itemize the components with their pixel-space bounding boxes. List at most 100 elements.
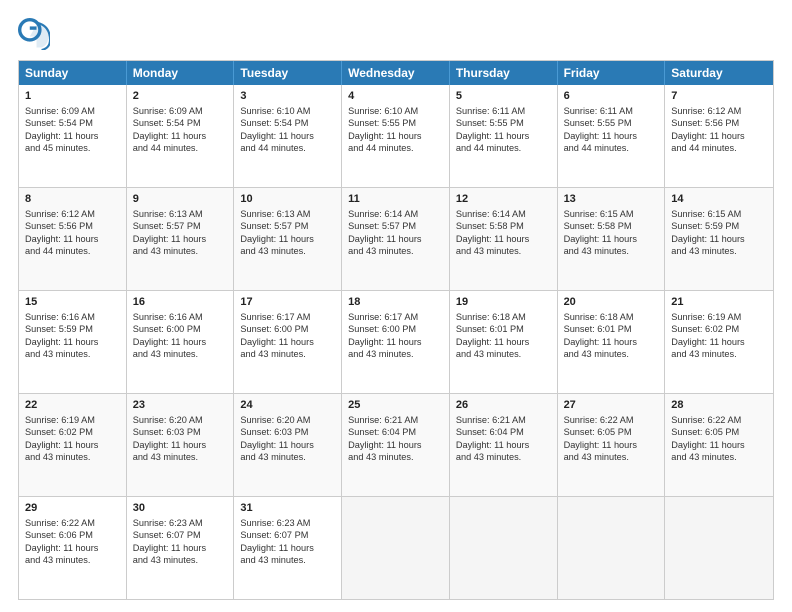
- calendar-row-4: 29 Sunrise: 6:22 AM Sunset: 6:06 PM Dayli…: [19, 497, 773, 599]
- day-cell-15: 15 Sunrise: 6:16 AM Sunset: 5:59 PM Dayli…: [19, 291, 127, 393]
- day-number: 24: [240, 398, 335, 413]
- day-number: 17: [240, 295, 335, 310]
- empty-cell: [342, 497, 450, 599]
- day-number: 19: [456, 295, 551, 310]
- day-cell-3: 3 Sunrise: 6:10 AM Sunset: 5:54 PM Daylig…: [234, 85, 342, 187]
- day-number: 20: [564, 295, 659, 310]
- day-number: 10: [240, 192, 335, 207]
- logo: [18, 18, 56, 50]
- day-number: 14: [671, 192, 767, 207]
- day-cell-25: 25 Sunrise: 6:21 AM Sunset: 6:04 PM Dayli…: [342, 394, 450, 496]
- day-number: 15: [25, 295, 120, 310]
- day-cell-14: 14 Sunrise: 6:15 AM Sunset: 5:59 PM Dayli…: [665, 188, 773, 290]
- day-info: Sunrise: 6:17 AM Sunset: 6:00 PM Dayligh…: [240, 312, 313, 359]
- day-info: Sunrise: 6:13 AM Sunset: 5:57 PM Dayligh…: [240, 209, 313, 256]
- day-info: Sunrise: 6:14 AM Sunset: 5:57 PM Dayligh…: [348, 209, 421, 256]
- day-number: 29: [25, 501, 120, 516]
- day-info: Sunrise: 6:09 AM Sunset: 5:54 PM Dayligh…: [25, 106, 98, 153]
- day-cell-28: 28Sunrise: 6:22 AM Sunset: 6:05 PM Dayli…: [665, 394, 773, 496]
- day-number: 30: [133, 501, 228, 516]
- day-cell-22: 22 Sunrise: 6:19 AM Sunset: 6:02 PM Dayli…: [19, 394, 127, 496]
- day-number: 1: [25, 89, 120, 104]
- day-cell-5: 5 Sunrise: 6:11 AM Sunset: 5:55 PM Daylig…: [450, 85, 558, 187]
- calendar-row-3: 22 Sunrise: 6:19 AM Sunset: 6:02 PM Dayli…: [19, 394, 773, 497]
- day-cell-17: 17 Sunrise: 6:17 AM Sunset: 6:00 PM Dayli…: [234, 291, 342, 393]
- day-number: 7: [671, 89, 767, 104]
- logo-icon: [18, 18, 50, 50]
- day-info: Sunrise: 6:16 AM Sunset: 5:59 PM Dayligh…: [25, 312, 98, 359]
- day-cell-30: 30 Sunrise: 6:23 AM Sunset: 6:07 PM Dayli…: [127, 497, 235, 599]
- header-day-monday: Monday: [127, 61, 235, 85]
- day-cell-4: 4 Sunrise: 6:10 AM Sunset: 5:55 PM Daylig…: [342, 85, 450, 187]
- day-info: Sunrise: 6:21 AM Sunset: 6:04 PM Dayligh…: [348, 415, 421, 462]
- day-info: Sunrise: 6:20 AM Sunset: 6:03 PM Dayligh…: [240, 415, 313, 462]
- day-info: Sunrise: 6:19 AM Sunset: 6:02 PM Dayligh…: [25, 415, 98, 462]
- day-info: Sunrise: 6:15 AM Sunset: 5:58 PM Dayligh…: [564, 209, 637, 256]
- day-number: 6: [564, 89, 659, 104]
- header-day-thursday: Thursday: [450, 61, 558, 85]
- day-number: 27: [564, 398, 659, 413]
- empty-cell: [450, 497, 558, 599]
- header-day-friday: Friday: [558, 61, 666, 85]
- calendar-body: 1 Sunrise: 6:09 AM Sunset: 5:54 PM Daylig…: [19, 85, 773, 599]
- day-cell-7: 7 Sunrise: 6:12 AM Sunset: 5:56 PM Daylig…: [665, 85, 773, 187]
- day-number: 23: [133, 398, 228, 413]
- day-number: 9: [133, 192, 228, 207]
- day-cell-21: 21 Sunrise: 6:19 AM Sunset: 6:02 PM Dayli…: [665, 291, 773, 393]
- day-cell-26: 26 Sunrise: 6:21 AM Sunset: 6:04 PM Dayli…: [450, 394, 558, 496]
- day-cell-6: 6 Sunrise: 6:11 AM Sunset: 5:55 PM Daylig…: [558, 85, 666, 187]
- day-info: Sunrise: 6:22 AM Sunset: 6:05 PM Dayligh…: [564, 415, 637, 462]
- day-info: Sunrise: 6:20 AM Sunset: 6:03 PM Dayligh…: [133, 415, 206, 462]
- day-cell-8: 8Sunrise: 6:12 AM Sunset: 5:56 PM Daylig…: [19, 188, 127, 290]
- day-number: 4: [348, 89, 443, 104]
- day-cell-10: 10 Sunrise: 6:13 AM Sunset: 5:57 PM Dayli…: [234, 188, 342, 290]
- day-number: 21: [671, 295, 767, 310]
- day-info: Sunrise: 6:18 AM Sunset: 6:01 PM Dayligh…: [564, 312, 637, 359]
- day-cell-1: 1 Sunrise: 6:09 AM Sunset: 5:54 PM Daylig…: [19, 85, 127, 187]
- day-info: Sunrise: 6:18 AM Sunset: 6:01 PM Dayligh…: [456, 312, 529, 359]
- day-cell-11: 11Sunrise: 6:14 AM Sunset: 5:57 PM Dayli…: [342, 188, 450, 290]
- day-info: Sunrise: 6:10 AM Sunset: 5:55 PM Dayligh…: [348, 106, 421, 153]
- day-cell-12: 12Sunrise: 6:14 AM Sunset: 5:58 PM Dayli…: [450, 188, 558, 290]
- day-cell-13: 13 Sunrise: 6:15 AM Sunset: 5:58 PM Dayli…: [558, 188, 666, 290]
- day-cell-24: 24 Sunrise: 6:20 AM Sunset: 6:03 PM Dayli…: [234, 394, 342, 496]
- day-cell-16: 16Sunrise: 6:16 AM Sunset: 6:00 PM Dayli…: [127, 291, 235, 393]
- day-number: 22: [25, 398, 120, 413]
- day-info: Sunrise: 6:11 AM Sunset: 5:55 PM Dayligh…: [564, 106, 637, 153]
- day-number: 12: [456, 192, 551, 207]
- page: SundayMondayTuesdayWednesdayThursdayFrid…: [0, 0, 792, 612]
- day-number: 31: [240, 501, 335, 516]
- day-number: 2: [133, 89, 228, 104]
- day-number: 26: [456, 398, 551, 413]
- day-info: Sunrise: 6:23 AM Sunset: 6:07 PM Dayligh…: [133, 518, 206, 565]
- day-number: 3: [240, 89, 335, 104]
- day-info: Sunrise: 6:11 AM Sunset: 5:55 PM Dayligh…: [456, 106, 529, 153]
- day-info: Sunrise: 6:10 AM Sunset: 5:54 PM Dayligh…: [240, 106, 313, 153]
- day-number: 28: [671, 398, 767, 413]
- day-info: Sunrise: 6:15 AM Sunset: 5:59 PM Dayligh…: [671, 209, 744, 256]
- day-number: 25: [348, 398, 443, 413]
- calendar-row-0: 1 Sunrise: 6:09 AM Sunset: 5:54 PM Daylig…: [19, 85, 773, 188]
- day-info: Sunrise: 6:22 AM Sunset: 6:06 PM Dayligh…: [25, 518, 98, 565]
- day-cell-19: 19 Sunrise: 6:18 AM Sunset: 6:01 PM Dayli…: [450, 291, 558, 393]
- day-info: Sunrise: 6:21 AM Sunset: 6:04 PM Dayligh…: [456, 415, 529, 462]
- calendar-header: SundayMondayTuesdayWednesdayThursdayFrid…: [19, 61, 773, 85]
- header-day-tuesday: Tuesday: [234, 61, 342, 85]
- day-info: Sunrise: 6:13 AM Sunset: 5:57 PM Dayligh…: [133, 209, 206, 256]
- header-day-sunday: Sunday: [19, 61, 127, 85]
- day-info: Sunrise: 6:16 AM Sunset: 6:00 PM Dayligh…: [133, 312, 206, 359]
- day-cell-29: 29 Sunrise: 6:22 AM Sunset: 6:06 PM Dayli…: [19, 497, 127, 599]
- day-cell-20: 20 Sunrise: 6:18 AM Sunset: 6:01 PM Dayli…: [558, 291, 666, 393]
- day-cell-2: 2Sunrise: 6:09 AM Sunset: 5:54 PM Daylig…: [127, 85, 235, 187]
- day-info: Sunrise: 6:12 AM Sunset: 5:56 PM Dayligh…: [671, 106, 744, 153]
- day-info: Sunrise: 6:12 AM Sunset: 5:56 PM Dayligh…: [25, 209, 98, 256]
- header-day-saturday: Saturday: [665, 61, 773, 85]
- day-cell-9: 9 Sunrise: 6:13 AM Sunset: 5:57 PM Daylig…: [127, 188, 235, 290]
- day-number: 5: [456, 89, 551, 104]
- day-cell-23: 23 Sunrise: 6:20 AM Sunset: 6:03 PM Dayli…: [127, 394, 235, 496]
- day-number: 13: [564, 192, 659, 207]
- day-info: Sunrise: 6:19 AM Sunset: 6:02 PM Dayligh…: [671, 312, 744, 359]
- day-info: Sunrise: 6:23 AM Sunset: 6:07 PM Dayligh…: [240, 518, 313, 565]
- header: [18, 18, 774, 50]
- empty-cell: [558, 497, 666, 599]
